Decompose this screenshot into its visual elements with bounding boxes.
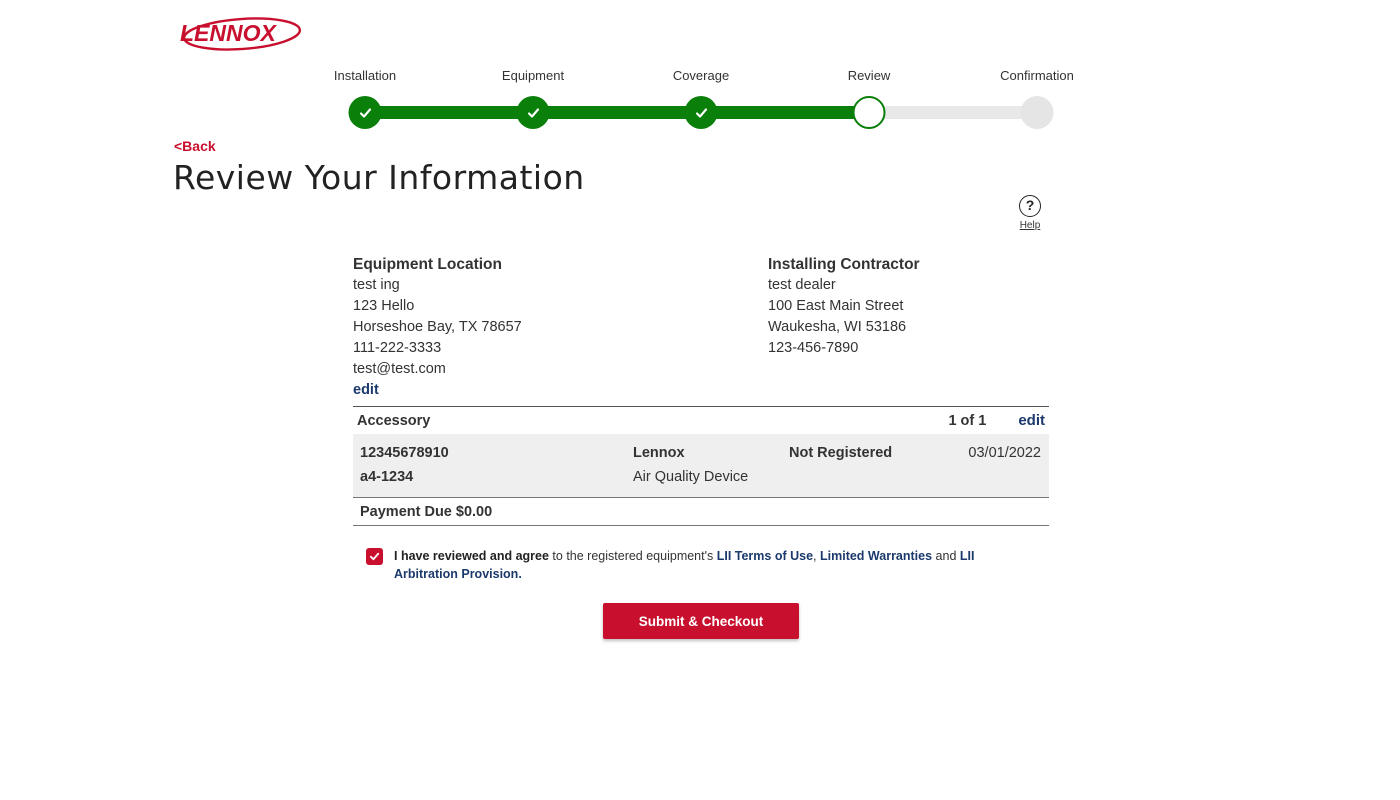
contractor-city-state-zip: Waukesha, WI 53186 <box>768 319 907 335</box>
location-city-state-zip: Horseshoe Bay, TX 78657 <box>353 319 522 335</box>
step-label-review: Review <box>847 68 891 83</box>
checkmark-icon <box>369 552 380 561</box>
help-label[interactable]: Help <box>1016 220 1044 231</box>
back-link[interactable]: <Back <box>174 138 216 154</box>
agreement-sep: , <box>813 549 820 563</box>
step-label-installation: Installation <box>333 68 397 83</box>
accessory-count: 1 of 1 <box>948 412 987 429</box>
accessory-table-header: Accessory 1 of 1 edit <box>353 406 1049 434</box>
checkmark-icon <box>527 107 539 118</box>
install-date: 03/01/2022 <box>968 445 1041 461</box>
agreement-lead: I have reviewed and agree <box>394 549 549 563</box>
step-node-equipment <box>516 96 550 129</box>
limited-warranties-link[interactable]: Limited Warranties <box>820 549 932 563</box>
step-node-coverage <box>684 96 718 129</box>
step-label-confirmation: Confirmation <box>1000 68 1074 83</box>
step-node-installation <box>348 96 382 129</box>
equipment-brand: Lennox <box>633 445 685 461</box>
accessory-table: Accessory 1 of 1 edit 12345678910 a4-123… <box>353 406 1049 526</box>
progress-track-remaining <box>869 106 1039 119</box>
serial-number: 12345678910 <box>360 445 449 461</box>
registration-status: Not Registered <box>789 445 893 461</box>
checkmark-icon <box>359 107 371 118</box>
agreement-text: I have reviewed and agree to the registe… <box>394 547 994 583</box>
model-number: a4-1234 <box>360 469 414 485</box>
contractor-street: 100 East Main Street <box>768 298 904 314</box>
section-heading: Installing Contractor <box>768 256 920 273</box>
edit-location-link[interactable]: edit <box>353 380 522 401</box>
question-circle-icon: ? <box>1019 195 1041 217</box>
contractor-phone: 123-456-7890 <box>768 340 859 356</box>
submit-checkout-button[interactable]: Submit & Checkout <box>603 603 799 639</box>
progress-stepper: Installation Equipment Coverage Review C… <box>0 0 1400 140</box>
section-heading: Equipment Location <box>353 256 502 273</box>
equipment-type: Air Quality Device <box>633 469 749 485</box>
agreement-and: and <box>932 549 960 563</box>
agree-checkbox[interactable] <box>366 548 383 565</box>
location-email: test@test.com <box>353 361 446 377</box>
location-name: test ing <box>353 277 400 293</box>
accessory-heading: Accessory <box>357 412 431 429</box>
equipment-location-section: Equipment Location test ing 123 Hello Ho… <box>353 254 522 401</box>
terms-of-use-link[interactable]: LII Terms of Use <box>717 549 813 563</box>
step-label-coverage: Coverage <box>672 68 730 83</box>
payment-due: Payment Due $0.00 <box>353 497 1049 526</box>
location-street: 123 Hello <box>353 298 415 314</box>
step-node-review <box>852 96 886 129</box>
checkmark-icon <box>695 107 707 118</box>
agreement-text-1: to the registered equipment's <box>548 549 717 563</box>
table-row: 12345678910 a4-1234 Lennox Air Quality D… <box>353 434 1049 497</box>
page-title: Review Your Information <box>173 158 585 197</box>
edit-accessory-link[interactable]: edit <box>1018 412 1045 429</box>
installing-contractor-section: Installing Contractor test dealer 100 Ea… <box>768 254 920 359</box>
help-button[interactable]: ? Help <box>1016 195 1044 231</box>
step-node-confirmation <box>1020 96 1054 129</box>
contractor-name: test dealer <box>768 277 836 293</box>
step-label-equipment: Equipment <box>501 68 565 83</box>
progress-track-complete <box>364 106 869 119</box>
location-phone: 111-222-3333 <box>353 340 442 356</box>
